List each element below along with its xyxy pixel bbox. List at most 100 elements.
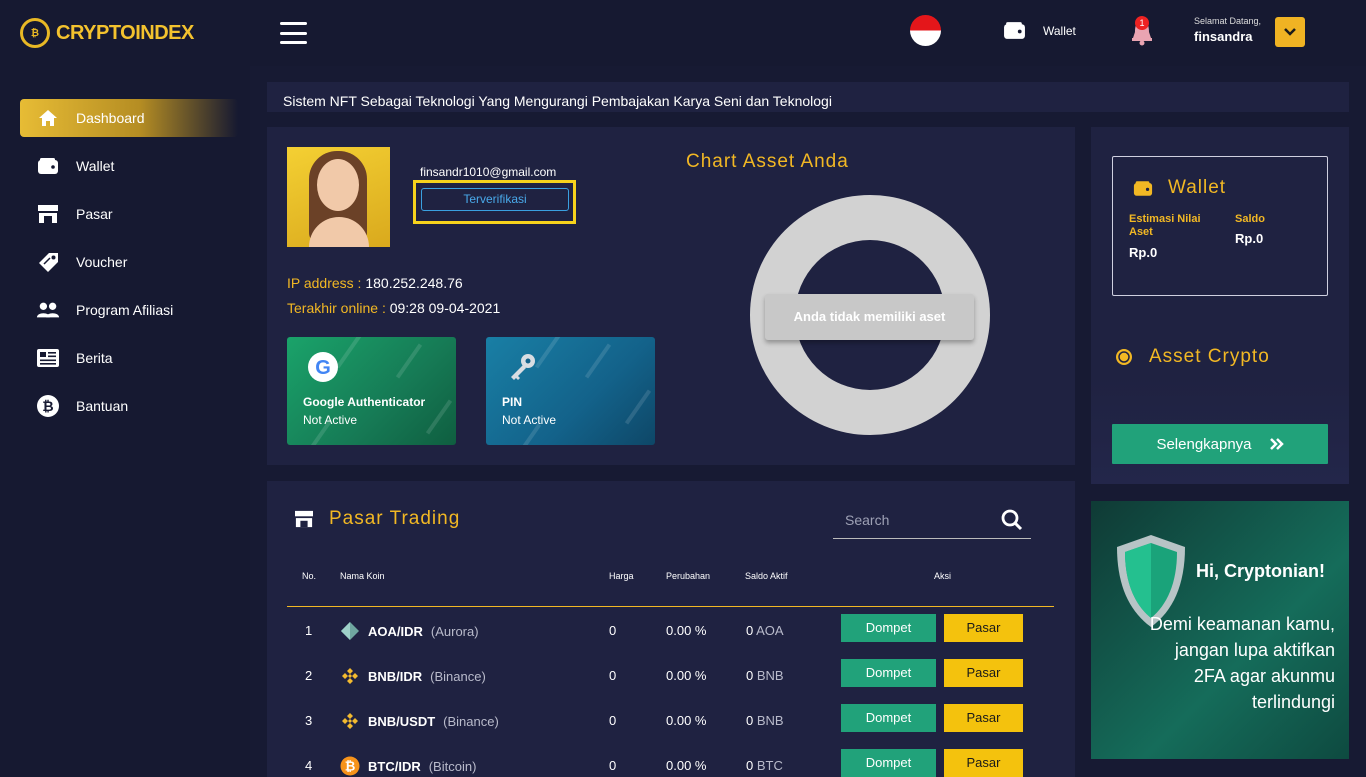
balance-label: Saldo: [1235, 213, 1265, 225]
voucher-icon: [36, 252, 60, 272]
last-online-line: Terakhir online : 09:28 09-04-2021: [287, 300, 500, 316]
market-button[interactable]: Pasar: [944, 659, 1023, 687]
coin-balance: 0 BNB: [746, 713, 784, 728]
verification-highlight: Terverifikasi: [413, 180, 576, 224]
coin-balance: 0 AOA: [746, 623, 784, 638]
empty-asset-message: Anda tidak memiliki aset: [765, 294, 974, 340]
binance-icon: [342, 668, 358, 684]
sidebar-item-program-afiliasi[interactable]: Program Afiliasi: [20, 291, 238, 329]
google-authenticator-card[interactable]: G Google Authenticator Not Active: [287, 337, 456, 445]
sidebar-item-label: Wallet: [76, 158, 115, 174]
coin-change: 0.00 %: [666, 668, 707, 683]
coin-icon: [1116, 349, 1132, 365]
banner-greeting: Hi, Cryptonian!: [1196, 561, 1325, 581]
search-icon[interactable]: [1001, 509, 1023, 531]
table-row: 2 BNB/IDR (Binance) 0 0.00 % 0 BNB Dompe…: [267, 658, 1075, 698]
sidebar-item-voucher[interactable]: Voucher: [20, 243, 238, 281]
brand-name: CRYPTOINDEX: [56, 21, 194, 44]
ip-address-line: IP address : 180.252.248.76: [287, 275, 463, 291]
pin-title: PIN: [502, 395, 523, 409]
trading-market-card: Pasar Trading No. Nama Koin Harga Peruba…: [267, 481, 1075, 777]
col-header-no: No.: [302, 571, 317, 581]
sidebar: ₿ CRYPTOINDEX Dashboard Wallet Pasar Vou…: [0, 0, 250, 777]
sidebar-item-label: Voucher: [76, 254, 128, 270]
brand-logo[interactable]: ₿ CRYPTOINDEX: [20, 18, 194, 48]
user-email: finsandr1010@gmail.com: [420, 165, 557, 179]
coin-price: 0: [609, 713, 617, 728]
news-icon: [36, 348, 60, 368]
search-input[interactable]: [845, 512, 995, 528]
table-row: 4 ₿ BTC/IDR (Bitcoin) 0 0.00 % 0 BTC Dom…: [267, 748, 1075, 777]
sidebar-item-berita[interactable]: Berita: [20, 339, 238, 377]
sidebar-item-label: Program Afiliasi: [76, 302, 174, 318]
row-no: 2: [305, 668, 313, 683]
sidebar-item-bantuan[interactable]: ₿ Bantuan: [20, 387, 238, 425]
wallet-icon: [36, 156, 60, 176]
users-icon: [36, 300, 60, 320]
last-online-value: 09:28 09-04-2021: [389, 300, 501, 316]
wallet-button[interactable]: Dompet: [841, 614, 936, 642]
aurora-icon: [341, 622, 359, 640]
coin-change: 0.00 %: [666, 713, 707, 728]
google-icon: G: [307, 351, 339, 383]
coin-name: (Aurora): [430, 623, 479, 639]
sidebar-item-label: Bantuan: [76, 398, 129, 414]
asset-chart-title: Chart Asset Anda: [686, 151, 849, 172]
sidebar-item-pasar[interactable]: Pasar: [20, 195, 238, 233]
greeting-text: Selamat Datang,: [1194, 16, 1262, 26]
estimate-value: Rp.0: [1129, 245, 1158, 260]
asset-crypto-title: Asset Crypto: [1115, 346, 1270, 368]
wallet-button[interactable]: Dompet: [841, 659, 936, 687]
header-wallet-link[interactable]: Wallet: [1003, 21, 1076, 40]
store-icon: [36, 204, 60, 224]
notification-badge: 1: [1135, 16, 1149, 30]
google-auth-status: Not Active: [303, 413, 358, 427]
header-wallet-label: Wallet: [1043, 23, 1076, 38]
sidebar-item-wallet[interactable]: Wallet: [20, 147, 238, 185]
coin-cell: ₿ BTC/IDR (Bitcoin): [340, 756, 476, 776]
sidebar-item-label: Berita: [76, 350, 113, 366]
wallet-box: Wallet Estimasi Nilai Aset Rp.0 Saldo Rp…: [1112, 156, 1328, 296]
col-header-action: Aksi: [934, 571, 952, 581]
ip-label: IP address :: [287, 275, 362, 291]
col-header-coin: Nama Koin: [340, 571, 385, 581]
banner-message: Demi keamanan kamu, jangan lupa aktifkan…: [1149, 614, 1335, 712]
menu-toggle-icon[interactable]: [280, 22, 307, 44]
language-flag-icon[interactable]: [910, 15, 941, 46]
coin-change: 0.00 %: [666, 758, 707, 773]
pin-status: Not Active: [502, 413, 557, 427]
row-no: 1: [305, 623, 313, 638]
coin-balance: 0 BTC: [746, 758, 783, 773]
bitcoin-icon: ₿: [340, 756, 360, 776]
wallet-button[interactable]: Dompet: [841, 749, 936, 777]
sidebar-nav: Dashboard Wallet Pasar Voucher Program A…: [20, 99, 238, 435]
svg-text:₿: ₿: [345, 759, 356, 774]
wallet-icon: [1133, 180, 1153, 196]
coin-pair: BTC/IDR: [368, 758, 421, 774]
coin-cell: AOA/IDR (Aurora): [340, 621, 479, 641]
store-icon: [295, 510, 313, 528]
market-button[interactable]: Pasar: [944, 749, 1023, 777]
double-chevron-right-icon: [1269, 438, 1284, 450]
binance-icon: [342, 713, 358, 729]
user-menu-button[interactable]: [1275, 17, 1305, 47]
market-button[interactable]: Pasar: [944, 704, 1023, 732]
svg-text:₿: ₿: [42, 398, 53, 414]
wallet-button[interactable]: Dompet: [841, 704, 936, 732]
see-more-label: Selengkapnya: [1156, 435, 1252, 453]
wallet-summary-card: Wallet Estimasi Nilai Aset Rp.0 Saldo Rp…: [1091, 127, 1349, 484]
user-greeting: Selamat Datang, finsandra: [1194, 16, 1261, 44]
row-no: 3: [305, 713, 313, 728]
verified-status-button[interactable]: Terverifikasi: [421, 188, 569, 211]
trading-title: Pasar Trading: [294, 508, 460, 530]
svg-text:G: G: [315, 357, 331, 379]
see-more-button[interactable]: Selengkapnya: [1112, 424, 1328, 464]
coin-cell: BNB/IDR (Binance): [340, 666, 486, 686]
security-promo-banner[interactable]: Hi, Cryptonian! Demi keamanan kamu, jang…: [1091, 501, 1349, 759]
wallet-title: Wallet: [1133, 177, 1226, 199]
sidebar-item-dashboard[interactable]: Dashboard: [20, 99, 238, 137]
market-button[interactable]: Pasar: [944, 614, 1023, 642]
notification-bell-icon[interactable]: 1: [1130, 16, 1154, 46]
pin-card[interactable]: PIN Not Active: [486, 337, 655, 445]
announcement-ticker[interactable]: Sistem NFT Sebagai Teknologi Yang Mengur…: [267, 82, 1349, 112]
